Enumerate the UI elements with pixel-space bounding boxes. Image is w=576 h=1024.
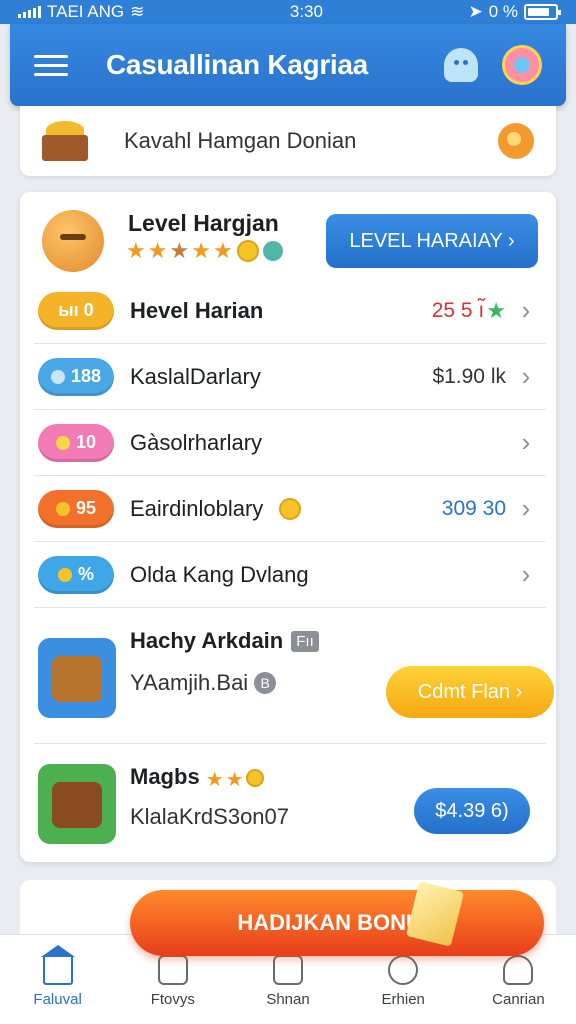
wifi-icon: ≋ bbox=[130, 2, 145, 21]
star-icon: ★ bbox=[191, 238, 211, 263]
promo-subtitle: KlalaKrdS3on07 bbox=[130, 804, 290, 829]
chevron-right-icon[interactable]: › bbox=[506, 493, 546, 524]
search-banner[interactable]: Kavahl Hamgan Donian bbox=[20, 106, 556, 176]
row-label: Eairdinloblary bbox=[130, 495, 264, 521]
rating-stars: ★ ★ ★ ★ ★ bbox=[126, 240, 283, 262]
promo-title: Hachy Arkdain Fıı bbox=[130, 628, 319, 654]
promo-button[interactable]: Cdmt Flan › bbox=[386, 666, 554, 718]
coin-icon bbox=[236, 240, 259, 262]
tab-label: Erhien bbox=[381, 991, 425, 1008]
bucket-icon bbox=[38, 638, 116, 718]
promo-sub-tag: B bbox=[254, 672, 277, 694]
row-value: $1.90 lk bbox=[432, 364, 506, 388]
level-card: Level Hargjan ★ ★ ★ ★ ★ LEVEL HARAIAY › … bbox=[20, 192, 556, 862]
row-value: 309 30 bbox=[441, 496, 506, 520]
tab-home[interactable]: Faluval bbox=[0, 935, 115, 1024]
level-button[interactable]: LEVEL HARAIAY › bbox=[326, 214, 538, 268]
list-item[interactable]: ыı 0 Hevel Harian 25 5 ı̃ ★ › bbox=[34, 278, 546, 344]
row-pill: 188 bbox=[38, 357, 114, 396]
row-label: Olda Kang Dvlang bbox=[130, 561, 309, 587]
avatar[interactable] bbox=[502, 45, 542, 85]
row-pill: % bbox=[38, 555, 114, 594]
chevron-right-icon[interactable]: › bbox=[506, 427, 546, 458]
star-icon: ★ bbox=[486, 297, 506, 323]
battery-label: 0 % bbox=[488, 2, 518, 21]
compass-icon bbox=[388, 955, 419, 985]
tab-label: Shnan bbox=[266, 991, 310, 1008]
tab-label: Canrian bbox=[492, 991, 545, 1008]
gift-icon bbox=[157, 955, 188, 985]
promo-title: Magbs ★ ★ bbox=[130, 764, 264, 792]
star-icon: ★ bbox=[126, 238, 146, 263]
user-icon bbox=[503, 955, 534, 985]
bonus-button[interactable]: HADIJKAN BONUS bbox=[130, 881, 544, 956]
wallet-icon bbox=[38, 764, 116, 844]
chevron-right-icon[interactable]: › bbox=[506, 559, 546, 590]
list-item[interactable]: 95 Eairdinloblary 309 30 › bbox=[34, 476, 546, 542]
app-bar: Casuallinan Kagriaa bbox=[10, 24, 566, 106]
location-icon: ➤ bbox=[468, 2, 483, 21]
row-pill: 95 bbox=[38, 489, 114, 528]
signal-icon bbox=[18, 6, 41, 18]
list-item[interactable]: 10 Gàsolrharlary › bbox=[34, 410, 546, 476]
app-title: Casuallinan Kagriaa bbox=[106, 49, 368, 80]
chevron-right-icon[interactable]: › bbox=[506, 361, 546, 392]
row-label: Gàsolrharlary bbox=[130, 429, 263, 455]
row-pill: 10 bbox=[38, 423, 114, 462]
row-label: Hevel Harian bbox=[130, 297, 264, 323]
battery-icon bbox=[523, 4, 561, 20]
gem-icon bbox=[262, 241, 283, 261]
banner-text: Kavahl Hamgan Donian bbox=[124, 128, 357, 153]
row-pill: ыı 0 bbox=[38, 291, 114, 330]
tab-label: Ftovys bbox=[150, 991, 195, 1008]
mascot-icon bbox=[42, 210, 104, 272]
status-bar: TAEI ANG ≋ 3:30 ➤ 0 % bbox=[0, 0, 576, 24]
carrier-label: TAEI ANG bbox=[47, 2, 125, 21]
clock: 3:30 bbox=[289, 2, 323, 21]
promo-item[interactable]: Magbs ★ ★ KlalaKrdS3on07 $4.39 6) bbox=[34, 744, 546, 880]
list-item[interactable]: % Olda Kang Dvlang › bbox=[34, 542, 546, 608]
level-header: Level Hargjan ★ ★ ★ ★ ★ LEVEL HARAIAY › bbox=[20, 192, 556, 282]
list-item[interactable]: 188 KaslalDarlary $1.90 lk › bbox=[34, 344, 546, 410]
star-icon: ★ bbox=[212, 238, 233, 263]
promo-tag: Fıı bbox=[291, 631, 319, 652]
ghost-icon[interactable] bbox=[444, 48, 478, 82]
price-button[interactable]: $4.39 6) bbox=[414, 788, 530, 834]
home-icon bbox=[40, 945, 75, 985]
star-icon: ★ bbox=[147, 238, 168, 263]
row-value: 25 5 ı̃ bbox=[431, 298, 485, 322]
star-icon: ★ bbox=[169, 238, 190, 263]
tab-label: Faluval bbox=[33, 991, 82, 1008]
treasure-chest-icon bbox=[42, 121, 88, 161]
shop-icon bbox=[273, 955, 303, 985]
chevron-right-icon[interactable]: › bbox=[506, 295, 546, 326]
promo-item[interactable]: Hachy Arkdain Fıı YAamjih.Bai B Cdmt Flan … bbox=[34, 608, 554, 744]
coin-icon bbox=[279, 497, 302, 520]
menu-icon[interactable] bbox=[34, 54, 68, 76]
promo-subtitle: YAamjih.Bai B bbox=[130, 670, 277, 696]
row-label: KaslalDarlary bbox=[130, 363, 261, 389]
ticket-icon bbox=[405, 881, 465, 947]
reward-icons: ★ ★ bbox=[206, 767, 264, 792]
badge-icon[interactable] bbox=[498, 123, 534, 159]
level-title: Level Hargjan bbox=[128, 210, 279, 236]
